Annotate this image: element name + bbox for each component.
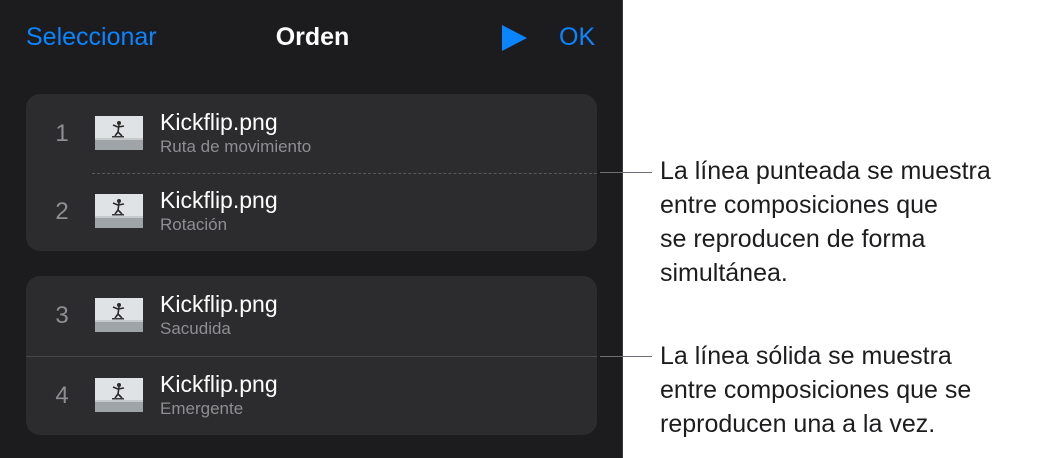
build-row[interactable]: 4 Kickflip.png Emergente bbox=[26, 356, 597, 435]
file-name: Kickflip.png bbox=[160, 187, 278, 213]
file-name: Kickflip.png bbox=[160, 291, 278, 317]
build-number: 1 bbox=[55, 120, 69, 147]
build-row[interactable]: 1 Kickflip.png Ruta de movimiento bbox=[26, 94, 597, 174]
build-number: 3 bbox=[55, 302, 69, 329]
file-name: Kickflip.png bbox=[160, 371, 278, 397]
image-thumbnail-icon bbox=[95, 194, 143, 228]
image-thumbnail-icon bbox=[95, 378, 143, 412]
play-icon[interactable] bbox=[500, 24, 528, 52]
build-group-sequential: 3 Kickflip.png Sacudida 4 Kickflip.png E… bbox=[26, 276, 597, 435]
file-name: Kickflip.png bbox=[160, 109, 278, 135]
callout-solid-line: La línea sólida se muestra entre composi… bbox=[660, 342, 972, 438]
callout-leader-dotted bbox=[600, 172, 652, 173]
select-button[interactable]: Seleccionar bbox=[26, 22, 157, 52]
ok-button[interactable]: OK bbox=[559, 22, 595, 52]
build-number: 4 bbox=[55, 382, 69, 409]
callout-dotted-line: La línea punteada se muestra entre compo… bbox=[660, 157, 991, 287]
build-order-panel: Seleccionar Orden OK 1 Kickflip.png Ruta… bbox=[0, 0, 623, 458]
panel-title: Orden bbox=[275, 23, 350, 51]
image-thumbnail-icon bbox=[95, 298, 143, 332]
callout-leader-solid bbox=[600, 356, 652, 357]
build-number: 2 bbox=[55, 198, 69, 225]
build-row[interactable]: 3 Kickflip.png Sacudida bbox=[26, 276, 597, 356]
image-thumbnail-icon bbox=[95, 116, 143, 150]
build-row[interactable]: 2 Kickflip.png Rotación bbox=[26, 172, 597, 251]
effect-name: Sacudida bbox=[160, 319, 231, 338]
effect-name: Ruta de movimiento bbox=[160, 137, 312, 156]
build-group-simultaneous: 1 Kickflip.png Ruta de movimiento 2 Kick… bbox=[26, 94, 597, 251]
effect-name: Rotación bbox=[160, 215, 228, 234]
effect-name: Emergente bbox=[160, 399, 244, 418]
